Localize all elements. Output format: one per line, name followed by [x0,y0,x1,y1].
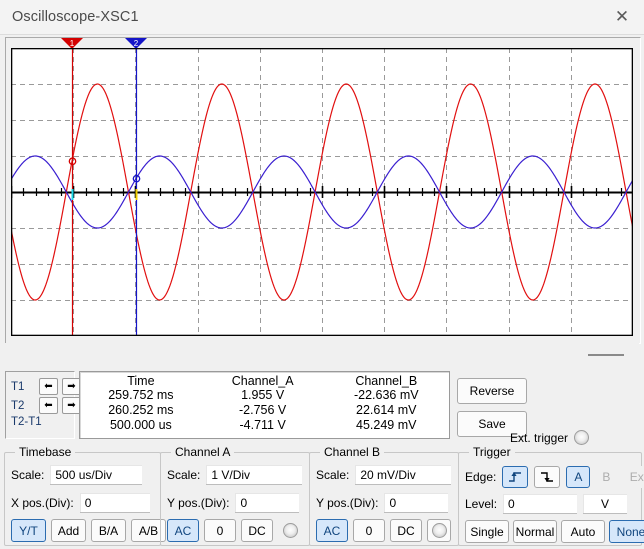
channel-a-panel: Channel A Scale: 1 V/Div Y pos.(Div): 0 … [160,445,310,546]
channel-a-scale-input[interactable]: 1 V/Div [206,465,303,485]
timebase-xpos-input[interactable]: 0 [79,493,150,513]
measurement-panel: Time Channel_A Channel_B 259.752 ms 1.955 V… [79,371,450,439]
channel-a-color-led[interactable] [283,523,298,538]
timebase-mode-add[interactable]: Add [51,519,86,542]
measurement-cell: 500.000 us [109,418,172,432]
trigger-mode-none[interactable]: None [609,520,644,543]
reverse-button[interactable]: Reverse [457,378,527,404]
trigger-mode-buttons: Single Normal Auto None [465,520,644,543]
measurement-header-0: Time [127,374,155,388]
trigger-level-unit[interactable]: V [583,494,628,514]
measurement-header-1: Channel_A [231,374,294,388]
window-title: Oscilloscope-XSC1 [12,9,139,25]
channel-b-legend: Channel B [320,445,385,459]
close-icon[interactable]: ✕ [600,0,644,33]
channel-a-coupling-dc[interactable]: DC [241,519,273,542]
falling-edge-icon[interactable] [534,466,561,488]
measurement-cell: 22.614 mV [356,403,417,417]
scrollbar-thumb[interactable] [588,354,624,356]
channel-b-panel: Channel B Scale: 20 mV/Div Y pos.(Div): … [309,445,459,546]
led-indicator[interactable] [574,430,590,445]
channel-b-coupling-0[interactable]: 0 [353,519,385,542]
table-row: 259.752 ms 1.955 V -22.636 mV [80,388,449,403]
trigger-panel: Trigger Edge: ABExt Level: 0 V Sing [458,445,644,546]
cursor-t1-label: T1 [11,380,25,393]
waveform-canvas[interactable] [11,48,633,336]
cursor-t2-prev-button[interactable]: ⬅ [39,397,58,414]
timebase-xpos-row: X pos.(Div): 0 [11,493,150,513]
trigger-level-input[interactable]: 0 [503,494,578,514]
trigger-level-row: Level: 0 V [465,494,628,514]
channel-a-ypos-input[interactable]: 0 [235,493,300,513]
channel-a-ypos-row: Y pos.(Div): 0 [167,493,300,513]
channel-b-coupling-ac[interactable]: AC [316,519,348,542]
timebase-mode-b-a[interactable]: B/A [91,519,126,542]
trigger-mode-single[interactable]: Single [465,520,509,543]
svg-text:2: 2 [134,39,139,48]
cursor-t1-row: T1 ⬅ ➡ [11,378,81,395]
channel-a-coupling-buttons: AC 0 DC [167,519,273,542]
channel-b-coupling-buttons: AC0DC- [316,519,451,542]
measurement-cell: -22.636 mV [353,388,419,402]
cursor-t2-row: T2 ⬅ ➡ [11,397,81,414]
title-bar: Oscilloscope-XSC1 ✕ [0,0,644,35]
channel-b-ypos-row: Y pos.(Div): 0 [316,493,449,513]
horizontal-scrollbar[interactable] [5,343,639,365]
svg-text:1: 1 [70,39,75,48]
cursor-delta-label: T2-T1 [11,416,42,428]
channel-b-scale-input[interactable]: 20 mV/Div [355,465,452,485]
measurement-cell: -4.711 V [239,418,286,432]
channel-a-scale-row: Scale: 1 V/Div [167,465,303,485]
measurement-cell: 45.249 mV [356,418,417,432]
timebase-xpos-label: X pos.(Div): [11,496,74,510]
timebase-panel: Timebase Scale: 500 us/Div X pos.(Div): … [4,445,166,546]
measurement-table: Time Channel_A Channel_B 259.752 ms 1.955 V… [80,372,449,433]
channel-a-legend: Channel A [171,445,235,459]
trigger-source-buttons: ABExt [566,466,644,488]
trigger-legend: Trigger [469,445,515,459]
trigger-source-ext: Ext [622,466,644,488]
timebase-scale-input[interactable]: 500 us/Div [50,465,143,485]
table-row: 260.252 ms -2.756 V 22.614 mV [80,403,449,418]
channel-b-ypos-label: Y pos.(Div): [316,496,379,510]
channel-a-ypos-label: Y pos.(Div): [167,496,230,510]
oscilloscope-window: Oscilloscope-XSC1 ✕ 1 2 T1 ⬅ ➡ T2 ⬅ ➡ T2… [0,0,644,549]
cursor-navigation-panel: T1 ⬅ ➡ T2 ⬅ ➡ T2-T1 [5,371,81,439]
channel-b-ypos-input[interactable]: 0 [384,493,449,513]
rising-edge-icon[interactable] [502,466,529,488]
timebase-scale-row: Scale: 500 us/Div [11,465,143,485]
channel-b-scale-label: Scale: [316,468,350,482]
measurement-cell: 260.252 ms [108,403,174,417]
measurement-cell: 1.955 V [241,388,285,402]
waveform-plot[interactable] [11,48,633,336]
measurement-header-2: Channel_B [355,374,418,388]
timebase-mode-buttons: Y/T Add B/A A/B [11,519,166,542]
measurement-cell: 259.752 ms [108,388,174,402]
channel-a-coupling-ac[interactable]: AC [167,519,199,542]
trigger-level-label: Level: [465,497,498,511]
channel-b-scale-row: Scale: 20 mV/Div [316,465,452,485]
measurement-body: 259.752 ms 1.955 V -22.636 mV 260.252 ms -2.… [80,388,449,433]
trigger-mode-normal[interactable]: Normal [513,520,557,543]
measurement-header-row: Time Channel_A Channel_B [80,372,449,388]
cursor-t1-prev-button[interactable]: ⬅ [39,378,58,395]
ext-trigger-indicator: Ext. trigger [510,430,590,445]
measurement-cell: -2.756 V [239,403,287,417]
trigger-edge-row: Edge: ABExt [465,466,644,488]
channel-b-color-led[interactable] [432,523,447,538]
trigger-source-a[interactable]: A [566,466,591,488]
trigger-source-b: B [594,466,619,488]
trigger-mode-auto[interactable]: Auto [561,520,605,543]
timebase-legend: Timebase [15,445,76,459]
channel-a-scale-label: Scale: [167,468,201,482]
table-row: 500.000 us -4.711 V 45.249 mV [80,418,449,433]
cursor-t2-label: T2 [11,399,25,412]
timebase-scale-label: Scale: [11,468,45,482]
channel-a-coupling-0[interactable]: 0 [204,519,236,542]
trigger-edge-label: Edge: [465,470,497,484]
timebase-mode-y-t[interactable]: Y/T [11,519,46,542]
ext-trigger-label: Ext. trigger [510,430,569,445]
channel-b-coupling-dc[interactable]: DC [390,519,422,542]
